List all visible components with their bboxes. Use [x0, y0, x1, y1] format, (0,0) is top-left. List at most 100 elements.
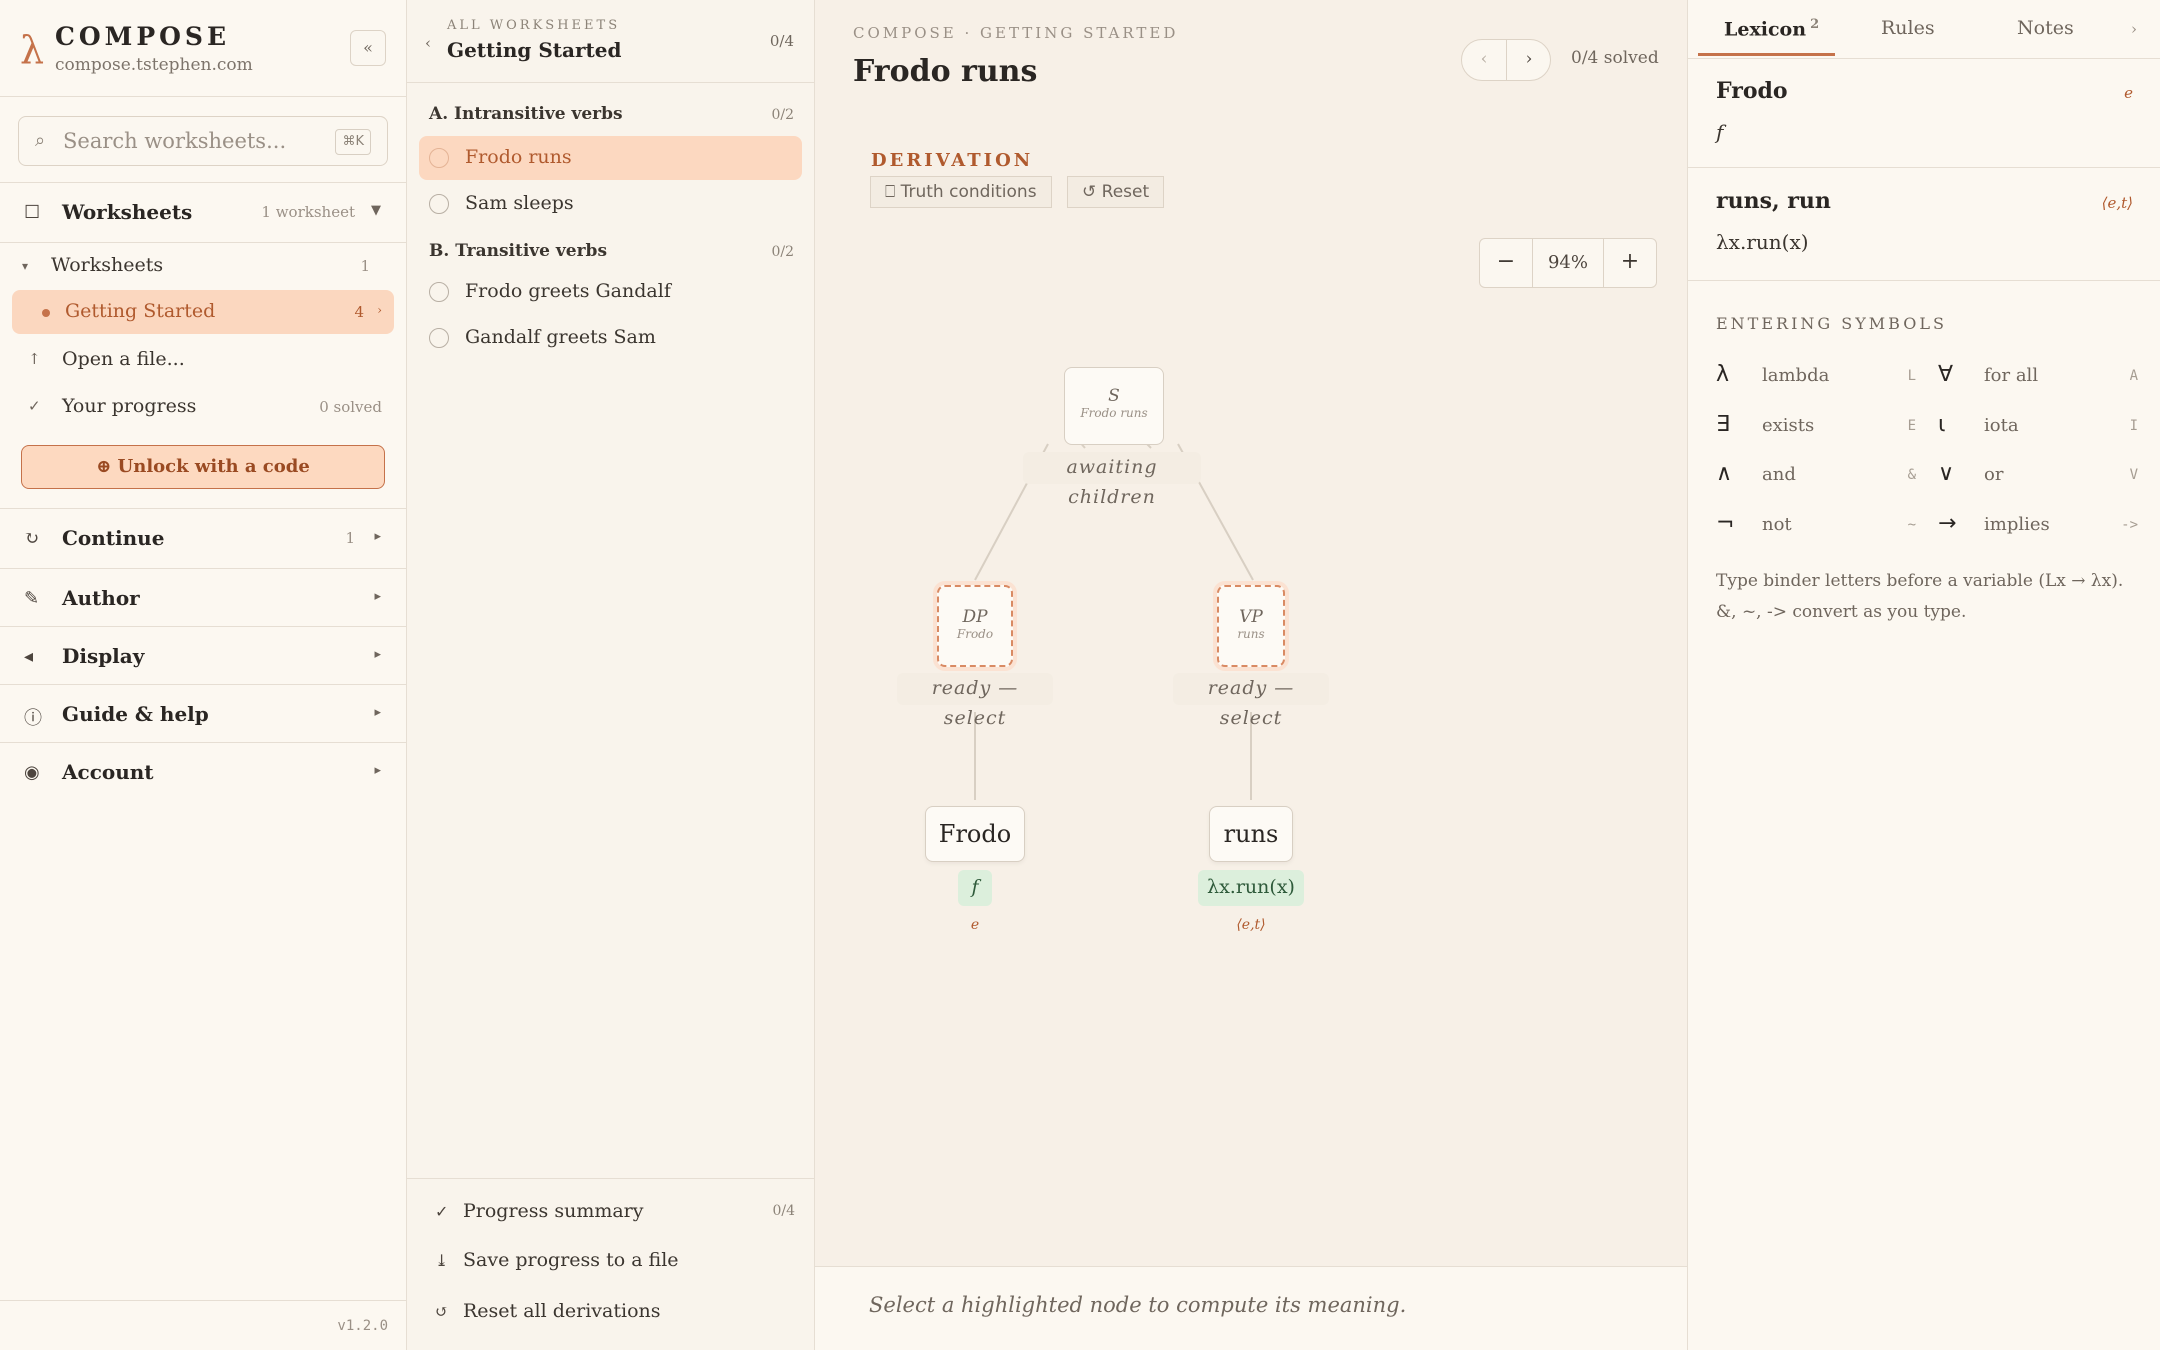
brand: λ COMPOSE compose.tstephen.com — [20, 22, 390, 82]
app-url: compose.tstephen.com — [55, 55, 253, 75]
section-author[interactable]: ✎ Author ▸ — [0, 570, 405, 626]
divider — [0, 1300, 406, 1301]
or-icon: ∨ — [1938, 461, 1955, 486]
worksheet-panel: ‹ ALL WORKSHEETS Getting Started 0/4 A. … — [407, 0, 815, 1350]
exercise-sam-sleeps[interactable]: Sam sleeps — [419, 182, 802, 226]
right-panel: Lexicon 2 Rules Notes › Frodo e f runs, r… — [1687, 0, 2160, 1350]
exercise-frodo-runs[interactable]: Frodo runs — [419, 136, 802, 180]
square-icon: ☐ — [24, 202, 41, 223]
divider — [0, 568, 406, 569]
status-bar: Select a highlighted node to compute its… — [815, 1266, 1687, 1350]
symbol-implies: → implies -> — [1938, 509, 2138, 545]
lexicon-denotation: λx.run(x) — [1716, 230, 1809, 254]
semantic-type: e — [970, 917, 980, 933]
status-circle-icon — [429, 194, 449, 214]
lexicon-word: Frodo — [1716, 78, 1788, 104]
lexicon-entry[interactable]: runs, run ⟨e,t⟩ λx.run(x) — [1688, 168, 2160, 281]
section-worksheets[interactable]: ☐ Worksheets 1 worksheet ▼ — [0, 184, 405, 240]
tab-rules[interactable]: Rules — [1881, 17, 1935, 39]
save-progress-button[interactable]: ⤓ Save progress to a file — [435, 1243, 795, 1283]
footer-label: Save progress to a file — [463, 1249, 679, 1271]
divider — [407, 1178, 814, 1179]
tree-node-dp[interactable]: DP Frodo — [937, 585, 1013, 667]
reset-icon: ↺ — [435, 1302, 449, 1321]
group-count: 1 — [360, 257, 370, 275]
lexicon-entry[interactable]: Frodo e f — [1688, 58, 2160, 168]
progress-meta: 0 solved — [319, 398, 382, 416]
lambda-icon: λ — [1716, 362, 1730, 387]
group-count: 0/2 — [771, 244, 794, 260]
search-placeholder: Search worksheets... — [63, 129, 287, 153]
symbol-key: & — [1907, 467, 1916, 483]
sidebar-item-open-file[interactable]: ↑ Open a file... — [12, 338, 394, 382]
sidebar: λ COMPOSE compose.tstephen.com « ⌕ Searc… — [0, 0, 407, 1350]
info-icon: ⓘ — [24, 708, 42, 729]
tree-node-s[interactable]: S Frodo runs — [1064, 367, 1164, 445]
section-display[interactable]: ◂ Display ▸ — [0, 628, 405, 684]
symbol-name: lambda — [1762, 365, 1830, 386]
worksheet-title: Getting Started — [447, 38, 622, 62]
collapse-sidebar-button[interactable]: « — [350, 30, 386, 66]
reset-all-button[interactable]: ↺ Reset all derivations — [435, 1294, 795, 1334]
leaf-runs[interactable]: runs — [1209, 806, 1293, 862]
item-label: Your progress — [62, 395, 197, 417]
divider — [0, 508, 406, 509]
symbol-name: or — [1984, 464, 2004, 485]
tab-label: Lexicon — [1724, 18, 1807, 41]
node-category: VP — [1239, 607, 1263, 627]
upload-icon: ↑ — [28, 350, 41, 368]
unlock-button[interactable]: ⊕ Unlock with a code — [21, 445, 385, 489]
section-continue[interactable]: ↻ Continue 1 ▸ — [0, 510, 405, 566]
search-shortcut: ⌘K — [335, 129, 371, 155]
progress-summary-button[interactable]: ✓ Progress summary 0/4 — [435, 1194, 795, 1234]
section-label: Worksheets — [62, 200, 193, 224]
tab-badge: 2 — [1810, 17, 1820, 32]
exercise-label: Frodo greets Gandalf — [465, 280, 671, 302]
exercise-frodo-greets-gandalf[interactable]: Frodo greets Gandalf — [419, 270, 802, 314]
item-count: 4 — [354, 303, 364, 321]
tree-node-vp[interactable]: VP runs — [1217, 585, 1285, 667]
tab-bar: Lexicon 2 Rules Notes › — [1688, 0, 2160, 59]
symbol-exists: ∃ exists E — [1716, 410, 1916, 446]
item-label: Getting Started — [65, 300, 216, 322]
symbol-key: E — [1907, 418, 1916, 434]
section-account[interactable]: ◉ Account ▸ — [0, 744, 405, 800]
search-input[interactable]: ⌕ Search worksheets... ⌘K — [18, 116, 388, 166]
version-label: v1.2.0 — [337, 1318, 388, 1334]
caret-down-icon: ▾ — [22, 259, 29, 273]
leaf-frodo[interactable]: Frodo — [925, 806, 1025, 862]
divider — [407, 82, 814, 83]
divider — [0, 242, 406, 243]
exercise-gandalf-greets-sam[interactable]: Gandalf greets Sam — [419, 316, 802, 360]
forall-icon: ∀ — [1938, 362, 1954, 387]
implies-icon: → — [1938, 511, 1957, 536]
footer-label: Progress summary — [463, 1200, 644, 1222]
download-icon: ⤓ — [435, 1251, 449, 1270]
lexicon-denotation: f — [1716, 120, 1724, 144]
divider — [0, 626, 406, 627]
back-chevron-icon[interactable]: ‹ — [425, 34, 431, 52]
group-label: Worksheets — [51, 254, 164, 276]
sidebar-item-getting-started[interactable]: Getting Started 4 › — [12, 290, 394, 334]
symbol-key: A — [2129, 368, 2138, 384]
tab-lexicon[interactable]: Lexicon 2 — [1724, 17, 1819, 40]
sidebar-item-progress[interactable]: ✓ Your progress 0 solved — [12, 385, 394, 429]
symbol-name: exists — [1762, 415, 1815, 436]
exists-icon: ∃ — [1716, 412, 1730, 437]
status-circle-icon — [429, 148, 449, 168]
iota-icon: ι — [1938, 412, 1946, 437]
worksheets-group[interactable]: ▾ Worksheets 1 — [12, 244, 394, 288]
item-label: Open a file... — [62, 348, 185, 370]
lexicon-type: ⟨e,t⟩ — [2101, 194, 2133, 212]
chevron-right-icon[interactable]: › — [2131, 20, 2137, 38]
section-guide-help[interactable]: ⓘ Guide & help ▸ — [0, 686, 405, 742]
chevron-right-icon: ▸ — [374, 763, 381, 778]
tab-notes[interactable]: Notes — [2017, 17, 2074, 39]
lexicon-type: e — [2124, 84, 2133, 102]
exercise-label: Gandalf greets Sam — [465, 326, 656, 348]
all-worksheets-link[interactable]: ALL WORKSHEETS — [447, 18, 620, 33]
semantic-type: ⟨e,t⟩ — [1236, 917, 1266, 933]
node-subtitle: Frodo — [956, 627, 994, 641]
denotation-badge: f — [958, 870, 992, 906]
symbol-key: L — [1907, 368, 1916, 384]
